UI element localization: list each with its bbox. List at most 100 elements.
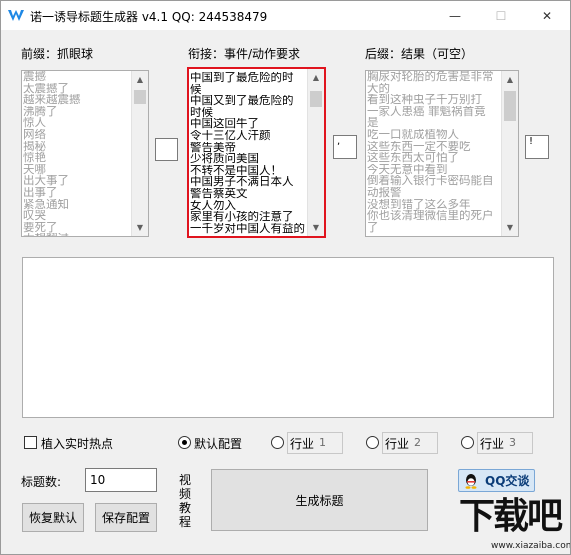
- window-title: 诺一诱导标题生成器 v4.1 QQ: 244538479: [30, 10, 268, 24]
- title-bar: 诺一诱导标题生成器 v4.1 QQ: 244538479 — ☐ ✕: [1, 1, 570, 30]
- list-item[interactable]: 警告蔡英文: [190, 188, 306, 200]
- scroll-up-icon[interactable]: ▲: [132, 71, 148, 88]
- scroll-thumb[interactable]: [310, 91, 322, 107]
- default-config-radio[interactable]: [178, 436, 191, 449]
- qq-chat-button[interactable]: QQ交谈: [458, 469, 535, 492]
- list-item[interactable]: 你也该清理微信里的死户: [367, 210, 500, 222]
- list-item[interactable]: 叹哭: [23, 210, 130, 222]
- suffix-separator-field[interactable]: !: [525, 135, 549, 159]
- list-item[interactable]: 一家人患癌 罪魁祸首竟: [367, 106, 500, 118]
- link-scrollbar[interactable]: ▲ ▼: [307, 69, 324, 236]
- list-item[interactable]: 少将质问美国: [190, 153, 306, 165]
- list-item[interactable]: 令十三亿人汗颜: [190, 130, 306, 142]
- list-item[interactable]: 时候: [190, 107, 306, 119]
- list-item[interactable]: 吃一口就成植物人: [367, 129, 500, 141]
- prefix-separator-field[interactable]: [155, 138, 178, 161]
- qq-penguin-icon: [465, 473, 477, 489]
- industry-1-value: 1: [319, 436, 326, 449]
- app-logo-icon: [8, 10, 24, 21]
- industry-2-box[interactable]: 2: [382, 432, 438, 454]
- list-item[interactable]: 天哪: [23, 164, 130, 176]
- list-item[interactable]: 是: [367, 117, 500, 129]
- industry-1-box[interactable]: 1: [287, 432, 343, 454]
- list-item[interactable]: 今天无意中看到: [367, 164, 500, 176]
- scroll-thumb[interactable]: [134, 90, 146, 104]
- list-item[interactable]: 家里有小孩的注意了: [190, 211, 306, 223]
- list-item[interactable]: 中国又到了最危险的: [190, 95, 306, 107]
- list-item[interactable]: 太想翻过: [23, 233, 130, 236]
- title-count-label: 标题数:: [21, 475, 62, 489]
- link-separator-value: ,: [337, 136, 341, 147]
- list-item[interactable]: 一千岁对中国人有益的: [190, 223, 306, 235]
- scroll-down-icon[interactable]: ▼: [308, 219, 324, 236]
- list-item[interactable]: 网络: [23, 129, 130, 141]
- list-item[interactable]: 看到这种虫子千万别打: [367, 94, 500, 106]
- industry-2-value: 2: [414, 436, 421, 449]
- list-item[interactable]: 动报警: [367, 187, 500, 199]
- link-listbox[interactable]: 中国到了最危险的时候中国又到了最危险的 时候 中国这回牛了 令十三亿人汗颜 警告美帝 少将…: [187, 67, 326, 238]
- list-item[interactable]: 这些东西一定不要吃: [367, 141, 500, 153]
- industry-3-box[interactable]: 3: [477, 432, 533, 454]
- qq-chat-label: QQ交谈: [485, 474, 530, 488]
- suffix-list-items: 胸尿对轮胎的危害是非常 大的 看到这种虫子千万别打 一家人患癌 罪魁祸首竟是吃一口就成…: [367, 71, 500, 236]
- list-item[interactable]: 震撼: [23, 71, 130, 83]
- list-item[interactable]: 这些东西太可怕了: [367, 152, 500, 164]
- scroll-thumb[interactable]: [504, 91, 516, 121]
- hot-topic-checkbox[interactable]: [24, 436, 37, 449]
- scroll-up-icon[interactable]: ▲: [502, 71, 518, 88]
- list-item[interactable]: 不转不是中国人！: [190, 165, 306, 177]
- link-separator-field[interactable]: ,: [333, 135, 357, 159]
- suffix-scrollbar[interactable]: ▲ ▼: [501, 71, 518, 236]
- scroll-down-icon[interactable]: ▼: [132, 219, 148, 236]
- list-item[interactable]: 揭秘: [23, 141, 130, 153]
- minimize-button[interactable]: —: [432, 1, 478, 30]
- list-item[interactable]: 了: [367, 222, 500, 234]
- list-item[interactable]: 越来越震撼: [23, 94, 130, 106]
- scroll-up-icon[interactable]: ▲: [308, 69, 324, 86]
- list-item[interactable]: 女人勿入: [190, 200, 306, 212]
- prefix-label: 前缀：抓眼球: [21, 47, 94, 61]
- industry-3-radio[interactable]: [461, 436, 474, 449]
- list-item[interactable]: 出大事了: [23, 175, 130, 187]
- list-item[interactable]: 惊人: [23, 117, 130, 129]
- close-icon: ✕: [541, 8, 553, 23]
- prefix-scrollbar[interactable]: ▲ ▼: [131, 71, 148, 236]
- watermark-brand: 下载吧: [459, 496, 563, 537]
- list-item[interactable]: 中国这回牛了: [190, 118, 306, 130]
- industry-2-radio[interactable]: [366, 436, 379, 449]
- industry-1-radio[interactable]: [271, 436, 284, 449]
- list-item[interactable]: 太震撼了: [23, 83, 130, 95]
- restore-default-label: 恢复默认: [28, 511, 77, 525]
- suffix-separator-value: !: [529, 136, 534, 147]
- prefix-listbox[interactable]: 震撼 太震撼了 越来越震撼 沸腾了 惊人 网络 揭秘 惊艳 天哪 出大事了 出事了 紧急通知 叹哭 要死了…: [21, 70, 149, 237]
- list-item[interactable]: 中国男子不满日本人: [190, 176, 306, 188]
- restore-default-button[interactable]: 恢复默认: [22, 503, 84, 532]
- maximize-icon: ☐: [495, 8, 507, 23]
- list-item[interactable]: 出事了: [23, 187, 130, 199]
- list-item[interactable]: 候: [190, 84, 306, 96]
- list-item[interactable]: 警告美帝: [190, 142, 306, 154]
- link-list-items: 中国到了最危险的时候中国又到了最危险的 时候 中国这回牛了 令十三亿人汗颜 警告美帝 少将…: [190, 72, 306, 236]
- title-count-input[interactable]: 10: [85, 468, 157, 492]
- list-item[interactable]: 惊艳: [23, 152, 130, 164]
- list-item[interactable]: 紧急通知: [23, 199, 130, 211]
- generate-titles-button[interactable]: 生成标题: [211, 469, 428, 531]
- save-config-button[interactable]: 保存配置: [95, 503, 157, 532]
- list-item[interactable]: 沸腾了: [23, 106, 130, 118]
- list-item[interactable]: 倒着输入银行卡密码能自: [367, 175, 500, 187]
- list-item[interactable]: 要死了: [23, 222, 130, 234]
- xiazaiba-watermark: 下载吧 www.xiazaiba.com: [457, 495, 570, 554]
- prefix-list-items: 震撼 太震撼了 越来越震撼 沸腾了 惊人 网络 揭秘 惊艳 天哪 出大事了 出事了 紧急通知 叹哭 要死了…: [23, 71, 130, 236]
- list-item[interactable]: 没想到错了这么多年: [367, 199, 500, 211]
- maximize-button[interactable]: ☐: [478, 1, 524, 30]
- close-button[interactable]: ✕: [524, 1, 570, 30]
- list-item[interactable]: 中国到了最危险的时: [190, 72, 306, 84]
- scroll-down-icon[interactable]: ▼: [502, 219, 518, 236]
- minimize-icon: —: [449, 8, 461, 23]
- suffix-label: 后缀：结果（可空）: [365, 47, 474, 61]
- list-item[interactable]: 胸尿对轮胎的危害是非常: [367, 71, 500, 83]
- output-textarea[interactable]: [22, 257, 554, 418]
- video-tutorial-link[interactable]: 视频教程: [178, 473, 192, 529]
- suffix-listbox[interactable]: 胸尿对轮胎的危害是非常 大的 看到这种虫子千万别打 一家人患癌 罪魁祸首竟是吃一口就成…: [365, 70, 519, 237]
- list-item[interactable]: 大的: [367, 83, 500, 95]
